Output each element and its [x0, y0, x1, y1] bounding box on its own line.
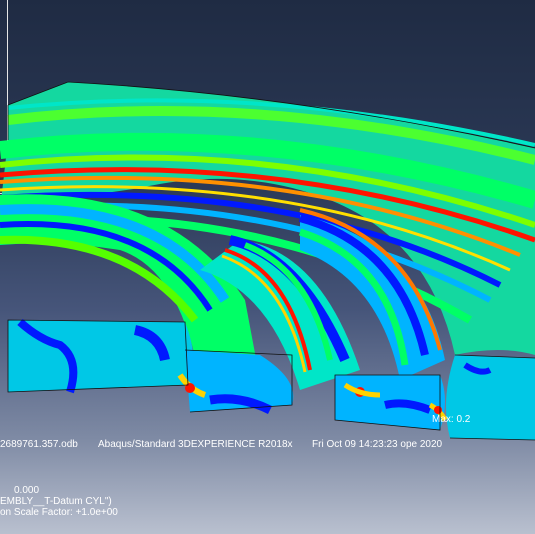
contour-model[interactable]: [0, 0, 535, 534]
status-solver: Abaqus/Standard 3DEXPERIENCE R2018x: [98, 439, 293, 450]
info-line-1: 0.000: [14, 485, 40, 496]
info-line-2: EMBLY__T-Datum CYL"): [0, 496, 112, 507]
max-annotation: Max: 0.2: [432, 414, 471, 425]
status-odb-file: 2689761.357.odb: [0, 439, 78, 450]
abaqus-viewport[interactable]: Max: 0.2 2689761.357.odb Abaqus/Standard…: [0, 0, 535, 534]
info-line-3: on Scale Factor: +1.0e+00: [0, 507, 118, 518]
status-timestamp: Fri Oct 09 14:23:23 ope 2020: [312, 439, 443, 450]
